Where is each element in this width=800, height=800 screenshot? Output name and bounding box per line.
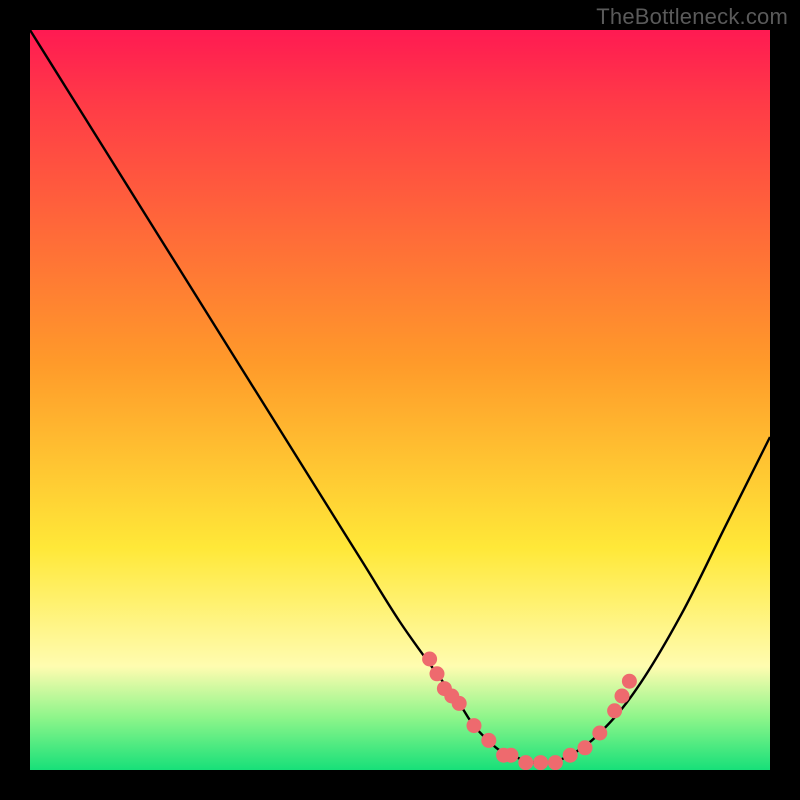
bottleneck-curve	[30, 30, 770, 764]
highlight-dot	[452, 696, 467, 711]
highlight-dot	[622, 674, 637, 689]
highlight-dot	[467, 718, 482, 733]
chart-svg	[30, 30, 770, 770]
highlight-dot	[481, 733, 496, 748]
highlight-dot	[563, 748, 578, 763]
highlight-dot	[533, 755, 548, 770]
highlight-dot	[607, 703, 622, 718]
highlight-dot	[592, 726, 607, 741]
watermark-text: TheBottleneck.com	[596, 4, 788, 30]
highlight-dot	[430, 666, 445, 681]
plot-area	[30, 30, 770, 770]
highlight-dot	[615, 689, 630, 704]
highlight-dot	[578, 740, 593, 755]
highlight-dot	[504, 748, 519, 763]
highlight-dot	[518, 755, 533, 770]
highlight-dot	[422, 652, 437, 667]
chart-frame: TheBottleneck.com	[0, 0, 800, 800]
highlight-dots-group	[422, 652, 637, 771]
highlight-dot	[548, 755, 563, 770]
